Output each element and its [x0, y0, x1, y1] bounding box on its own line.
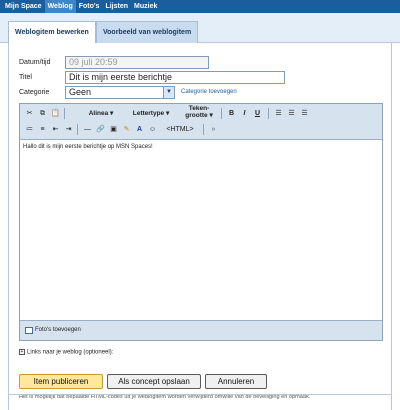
editor-toolbar: ✂ ⧉ 📋 Alinea ▾ Lettertype ▾ Teken-groott… [20, 104, 382, 140]
publish-button[interactable]: Item publiceren [19, 374, 103, 389]
toolbar-separator [268, 108, 269, 119]
nav-item-weblog[interactable]: Weblog [44, 0, 76, 13]
nav-item-my-space[interactable]: Mijn Space [2, 0, 45, 13]
photo-icon[interactable] [25, 327, 33, 334]
link-icon[interactable]: 🔗 [95, 123, 106, 136]
date-label: Datum/tijd [19, 59, 51, 66]
html-mode-button[interactable]: <HTML> [161, 123, 199, 136]
align-left-icon[interactable]: ☰ [273, 107, 284, 120]
title-label: Titel [19, 74, 32, 81]
bullet-list-icon[interactable]: ≡ [37, 123, 48, 136]
numbered-list-icon[interactable]: ≔ [24, 123, 35, 136]
category-selected-value: Geen [69, 87, 92, 97]
toolbar-separator [64, 108, 65, 119]
bold-button[interactable]: B [226, 107, 237, 120]
align-center-icon[interactable]: ☰ [286, 107, 297, 120]
outdent-icon[interactable]: ⇤ [50, 123, 61, 136]
font-label: Lettertype [132, 110, 165, 117]
font-size-dropdown[interactable]: Teken-grootte ▾ [180, 105, 218, 119]
toolbar-separator [77, 124, 78, 135]
panel-bottom-border [8, 394, 392, 395]
links-label[interactable]: Links naar je weblog (optioneel): [27, 350, 113, 356]
indent-icon[interactable]: ⇥ [63, 123, 74, 136]
cut-icon[interactable]: ✂ [24, 107, 35, 120]
tab-preview-entry[interactable]: Voorbeeld van weblogitem [96, 21, 199, 43]
tab-strip: Weblogitem bewerken Voorbeeld van weblog… [0, 13, 400, 44]
image-icon[interactable]: ▣ [108, 123, 119, 136]
title-input[interactable]: Dit is mijn eerste berichtje [65, 71, 285, 84]
font-size-label-line2: grootte [185, 112, 208, 119]
toolbar-separator [221, 108, 222, 119]
font-color-icon[interactable]: A [134, 123, 145, 136]
horizontal-line-icon[interactable]: — [82, 123, 93, 136]
expand-plus-icon[interactable]: + [19, 349, 25, 355]
align-right-icon[interactable]: ☰ [299, 107, 310, 120]
links-section: + Links naar je weblog (optioneel): [19, 349, 113, 356]
font-dropdown[interactable]: Lettertype ▾ [126, 107, 176, 120]
tab-edit-entry[interactable]: Weblogitem bewerken [8, 21, 96, 44]
category-label: Categorie [19, 89, 50, 96]
highlight-color-icon[interactable]: ✎ [121, 123, 132, 136]
paragraph-dropdown[interactable]: Alinea ▾ [80, 107, 122, 120]
add-category-link[interactable]: Categorie toevoegen [181, 89, 237, 95]
cancel-button[interactable]: Annuleren [205, 374, 267, 389]
toolbar-separator [203, 124, 204, 135]
emoticon-icon[interactable]: ☺ [147, 123, 158, 136]
chevron-down-icon[interactable]: ▼ [163, 87, 174, 98]
underline-button[interactable]: U [252, 107, 263, 120]
category-select[interactable]: Geen ▼ [65, 86, 175, 99]
top-navigation: Mijn Space Weblog Foto's Lijsten Muziek [0, 0, 400, 13]
paste-icon[interactable]: 📋 [50, 107, 61, 120]
save-draft-button[interactable]: Als concept opslaan [107, 374, 201, 389]
more-options-icon[interactable]: » [208, 123, 219, 136]
nav-item-lists[interactable]: Lijsten [102, 0, 131, 13]
rich-text-editor: ✂ ⧉ 📋 Alinea ▾ Lettertype ▾ Teken-groott… [19, 103, 383, 341]
copy-icon[interactable]: ⧉ [37, 107, 48, 120]
add-photos-link[interactable]: Foto's toevoegen [35, 327, 81, 333]
italic-button[interactable]: I [239, 107, 250, 120]
paragraph-label: Alinea [88, 110, 109, 117]
nav-item-photos[interactable]: Foto's [76, 0, 103, 13]
photos-bar: Foto's toevoegen [20, 320, 382, 340]
date-field: 09 juli 20:59 [65, 56, 209, 69]
editor-body[interactable]: Hallo dit is mijn eerste berichtje op MS… [23, 144, 153, 150]
edit-panel: Datum/tijd 09 juli 20:59 Titel Dit is mi… [8, 43, 392, 410]
nav-item-music[interactable]: Muziek [131, 0, 160, 13]
font-size-label-line1: Teken- [188, 105, 210, 112]
